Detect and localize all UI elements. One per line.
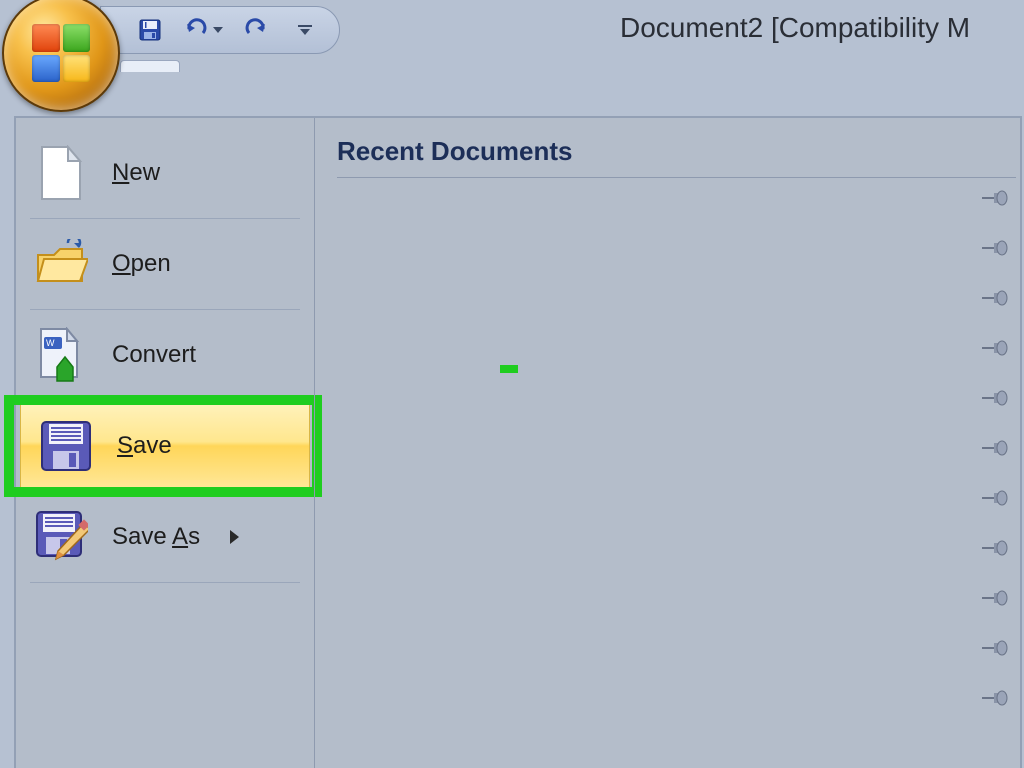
menu-item-open[interactable]: Open [16,219,314,309]
open-folder-icon [34,235,88,293]
pin-button[interactable] [980,588,1008,608]
pushpin-icon [980,688,1008,708]
qat-undo-dropdown[interactable] [212,20,224,40]
office-menu-panel: New Open W [14,116,1022,768]
pin-button[interactable] [980,638,1008,658]
pushpin-icon [980,538,1008,558]
pushpin-icon [980,188,1008,208]
pushpin-icon [980,638,1008,658]
chevron-down-icon [300,29,310,35]
mnemonic-o: O [112,250,131,277]
svg-text:W: W [46,338,55,348]
submenu-arrow-icon [230,530,239,544]
bar-icon [298,25,312,27]
ribbon-tab-partial [120,60,180,72]
pin-button[interactable] [980,238,1008,258]
qat-customize-button[interactable] [298,25,312,35]
recent-documents-heading: Recent Documents [337,136,1006,177]
recent-documents-panel: Recent Documents [314,118,1020,768]
menu-label-open: Open [112,250,171,278]
pin-button[interactable] [980,538,1008,558]
pin-button[interactable] [980,288,1008,308]
redo-icon [243,18,269,42]
new-document-icon [34,144,88,202]
menu-label-new: New [112,159,160,187]
qat-redo-button[interactable] [242,16,270,44]
quick-access-toolbar [100,6,340,54]
mnemonic-a: A [172,523,188,550]
recent-documents-pins [968,186,1008,768]
chevron-down-icon [213,27,223,33]
qat-save-button[interactable] [136,16,164,44]
pin-button[interactable] [980,488,1008,508]
save-as-icon [34,508,88,566]
artifact-green-mark [500,365,518,373]
menu-item-save[interactable]: Save [20,401,310,491]
pushpin-icon [980,588,1008,608]
menu-label-save-as: Save As [112,523,200,551]
qat-undo-button[interactable] [182,16,210,44]
menu-item-new[interactable]: New [16,128,314,218]
office-menu-list: New Open W [16,118,314,768]
menu-label-convert: Convert [112,341,196,369]
pin-button[interactable] [980,338,1008,358]
save-floppy-icon [39,417,93,475]
pushpin-icon [980,388,1008,408]
pushpin-icon [980,488,1008,508]
undo-icon [183,18,209,42]
pin-button[interactable] [980,438,1008,458]
office-button[interactable] [2,0,120,112]
pushpin-icon [980,438,1008,458]
save-icon [138,18,162,42]
pushpin-icon [980,238,1008,258]
menu-label-save: Save [117,432,172,460]
pin-button[interactable] [980,688,1008,708]
divider [337,177,1016,178]
pin-button[interactable] [980,388,1008,408]
menu-separator [30,582,300,583]
pushpin-icon [980,338,1008,358]
menu-item-convert[interactable]: W Convert [16,310,314,400]
window-title: Document2 [Compatibility M [620,12,970,44]
mnemonic-n: N [112,159,129,186]
menu-item-save-as[interactable]: Save As [16,492,314,582]
pin-button[interactable] [980,188,1008,208]
mnemonic-s: S [117,432,133,459]
pushpin-icon [980,288,1008,308]
convert-icon: W [34,326,88,384]
office-logo-icon [32,24,90,82]
